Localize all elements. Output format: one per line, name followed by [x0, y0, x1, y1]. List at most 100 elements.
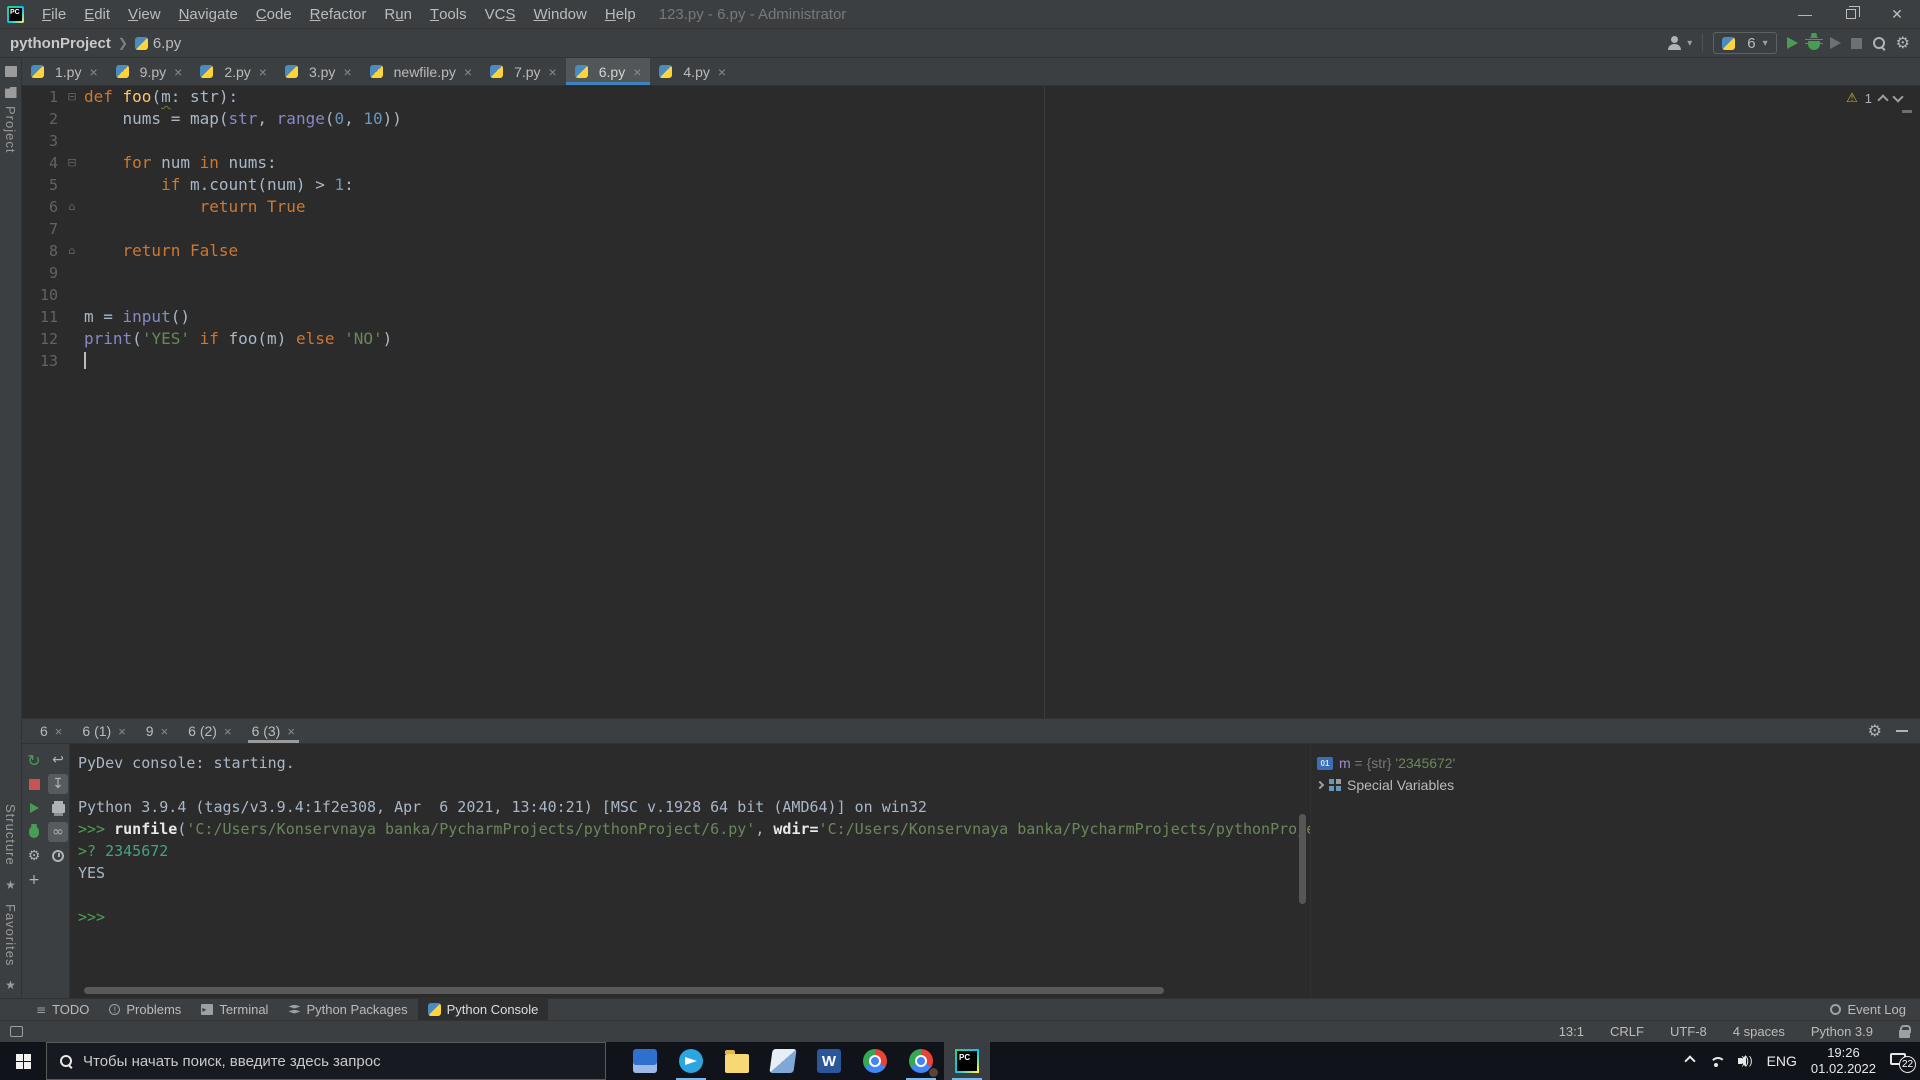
- readonly-lock-icon[interactable]: [1899, 1030, 1910, 1038]
- editor-tab-2.py[interactable]: 2.py×: [191, 58, 276, 85]
- code-editor[interactable]: 1⊟def foo(m: str):2 nums = map(str, rang…: [22, 86, 1920, 718]
- tool-button-terminal[interactable]: ▸Terminal: [191, 999, 278, 1020]
- event-log-button[interactable]: Event Log: [1830, 1002, 1920, 1017]
- tab-close-icon[interactable]: ×: [287, 724, 295, 739]
- menu-tools[interactable]: Tools: [421, 0, 476, 28]
- code-line-9[interactable]: 9: [22, 262, 1920, 284]
- tab-close-icon[interactable]: ×: [549, 64, 557, 80]
- user-profile-button[interactable]: ▾: [1667, 36, 1692, 50]
- editor-tab-9.py[interactable]: 9.py×: [107, 58, 192, 85]
- hide-panel-icon[interactable]: [1896, 730, 1908, 732]
- interpreter[interactable]: Python 3.9: [1811, 1024, 1873, 1039]
- console-gear-icon[interactable]: ⚙: [24, 846, 44, 866]
- tab-close-icon[interactable]: ×: [343, 64, 351, 80]
- minimize-button[interactable]: —: [1782, 0, 1828, 28]
- tab-close-icon[interactable]: ×: [174, 64, 182, 80]
- editor-tab-4.py[interactable]: 4.py×: [650, 58, 735, 85]
- menu-file[interactable]: File: [33, 0, 75, 28]
- start-button[interactable]: [0, 1042, 46, 1080]
- stop-button[interactable]: [1851, 38, 1862, 49]
- print-icon[interactable]: [48, 798, 68, 818]
- taskbar-app-pycharm[interactable]: PC: [944, 1042, 990, 1080]
- taskbar-app-explorer[interactable]: [714, 1042, 760, 1080]
- resume-icon[interactable]: [24, 798, 44, 818]
- console-settings-gear-icon[interactable]: ⚙: [1868, 723, 1882, 739]
- tool-window-switcher-icon[interactable]: [10, 1026, 23, 1037]
- taskbar-app-chrome[interactable]: [852, 1042, 898, 1080]
- fold-marker-icon[interactable]: ⊟: [64, 152, 80, 174]
- editor-tab-1.py[interactable]: 1.py×: [22, 58, 107, 85]
- taskbar-app-chrome-profile[interactable]: [898, 1042, 944, 1080]
- tab-close-icon[interactable]: ×: [224, 724, 232, 739]
- fold-marker-icon[interactable]: ⊟: [64, 86, 80, 108]
- sidebar-item-structure[interactable]: Structure: [3, 798, 18, 872]
- tool-button-python-console[interactable]: Python Console: [418, 999, 549, 1020]
- run-config-selector[interactable]: 6 ▾: [1713, 32, 1776, 54]
- fold-marker-icon[interactable]: ⌂: [64, 240, 80, 262]
- code-line-3[interactable]: 3: [22, 130, 1920, 152]
- wifi-icon[interactable]: [1708, 1055, 1724, 1067]
- menu-navigate[interactable]: Navigate: [170, 0, 247, 28]
- coverage-button[interactable]: [1830, 37, 1841, 49]
- expand-chevron-icon[interactable]: [1316, 781, 1324, 789]
- indent-setting[interactable]: 4 spaces: [1733, 1024, 1785, 1039]
- code-line-11[interactable]: 11m = input(): [22, 306, 1920, 328]
- menu-window[interactable]: Window: [524, 0, 595, 28]
- taskbar-app-mail[interactable]: [622, 1042, 668, 1080]
- line-ending[interactable]: CRLF: [1610, 1024, 1644, 1039]
- debug-button[interactable]: [1808, 36, 1820, 50]
- show-variables-icon[interactable]: ∞: [48, 822, 68, 842]
- console-horizontal-scrollbar[interactable]: [84, 987, 1164, 994]
- code-line-12[interactable]: 12print('YES' if foo(m) else 'NO'): [22, 328, 1920, 350]
- menu-run[interactable]: Run: [375, 0, 421, 28]
- next-problem-icon[interactable]: [1892, 91, 1903, 102]
- code-line-6[interactable]: 6⌂ return True: [22, 196, 1920, 218]
- taskbar-search-box[interactable]: Чтобы начать поиск, введите здесь запрос: [46, 1042, 606, 1080]
- tray-expand-icon[interactable]: [1684, 1055, 1695, 1066]
- menu-code[interactable]: Code: [247, 0, 301, 28]
- special-variables-row[interactable]: Special Variables: [1317, 774, 1920, 796]
- tab-close-icon[interactable]: ×: [259, 64, 267, 80]
- menu-edit[interactable]: Edit: [75, 0, 119, 28]
- console-tab-6(2)[interactable]: 6 (2)×: [178, 719, 241, 743]
- tab-close-icon[interactable]: ×: [718, 64, 726, 80]
- console-vertical-scrollbar[interactable]: [1299, 814, 1306, 904]
- console-tab-9[interactable]: 9×: [136, 719, 178, 743]
- tab-close-icon[interactable]: ×: [89, 64, 97, 80]
- editor-tab-newfile.py[interactable]: newfile.py×: [361, 58, 481, 85]
- editor-tab-6.py[interactable]: 6.py×: [566, 58, 651, 85]
- volume-icon[interactable]: ))): [1738, 1055, 1753, 1067]
- file-encoding[interactable]: UTF-8: [1670, 1024, 1707, 1039]
- breadcrumb-project[interactable]: pythonProject: [10, 35, 111, 52]
- sidebar-item-project[interactable]: Project: [3, 100, 18, 159]
- code-line-7[interactable]: 7: [22, 218, 1920, 240]
- keyboard-language[interactable]: ENG: [1767, 1053, 1797, 1069]
- notifications-button[interactable]: 22: [1890, 1053, 1910, 1069]
- history-icon[interactable]: [48, 846, 68, 866]
- taskbar-app-telegram[interactable]: [668, 1042, 714, 1080]
- attach-debugger-icon[interactable]: [24, 822, 44, 842]
- variable-row[interactable]: 01 m = {str} '2345672': [1317, 752, 1920, 774]
- tool-button-python-packages[interactable]: Python Packages: [278, 999, 417, 1020]
- tab-close-icon[interactable]: ×: [118, 724, 126, 739]
- caret-position[interactable]: 13:1: [1559, 1024, 1584, 1039]
- sidebar-item-favorites[interactable]: Favorites: [3, 898, 18, 972]
- search-everywhere-icon[interactable]: [1872, 36, 1886, 50]
- tool-button-problems[interactable]: !Problems: [99, 999, 191, 1020]
- new-console-icon[interactable]: +: [24, 870, 44, 890]
- console-tab-6(1)[interactable]: 6 (1)×: [72, 719, 135, 743]
- menu-view[interactable]: View: [119, 0, 170, 28]
- soft-wrap-icon[interactable]: ↩: [48, 750, 68, 770]
- tab-close-icon[interactable]: ×: [464, 64, 472, 80]
- console-tab-6[interactable]: 6×: [30, 719, 72, 743]
- close-button[interactable]: ✕: [1874, 0, 1920, 28]
- tab-close-icon[interactable]: ×: [633, 64, 641, 80]
- breadcrumb-file[interactable]: 6.py: [153, 35, 181, 52]
- code-line-13[interactable]: 13: [22, 350, 1920, 372]
- stop-icon[interactable]: [24, 774, 44, 794]
- code-line-2[interactable]: 2 nums = map(str, range(0, 10)): [22, 108, 1920, 130]
- fold-marker-icon[interactable]: ⌂: [64, 196, 80, 218]
- console-output[interactable]: PyDev console: starting.Python 3.9.4 (ta…: [70, 744, 1310, 998]
- code-line-8[interactable]: 8⌂ return False: [22, 240, 1920, 262]
- settings-gear-icon[interactable]: ⚙: [1896, 35, 1910, 51]
